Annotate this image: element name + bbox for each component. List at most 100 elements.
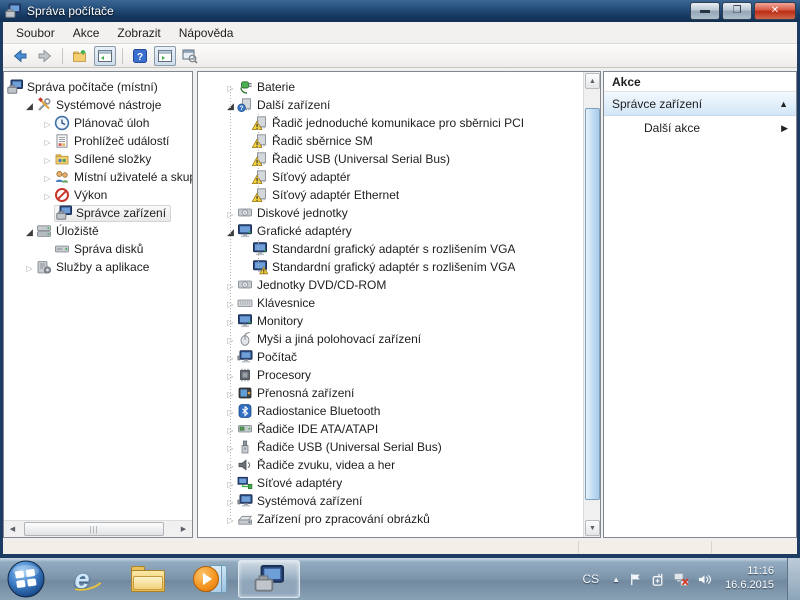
expand-icon[interactable] — [41, 153, 54, 165]
tree-item-local-users[interactable]: Místní uživatelé a skupiny — [4, 168, 192, 186]
language-indicator[interactable]: CS — [582, 572, 605, 586]
collapse-icon[interactable] — [224, 225, 237, 237]
menu-zobrazit[interactable]: Zobrazit — [108, 23, 169, 43]
device-item[interactable]: Řadič jednoduché komunikace pro sběrnici… — [198, 114, 600, 132]
action-center-flag-icon[interactable] — [627, 571, 643, 587]
device-category-system[interactable]: Systémová zařízení — [198, 492, 600, 510]
help-button[interactable] — [129, 46, 151, 66]
horizontal-scrollbar[interactable]: ◀ ||| ▶ — [4, 520, 192, 537]
expand-icon[interactable] — [224, 333, 237, 345]
up-one-level-button[interactable] — [69, 46, 91, 66]
tree-item-disk-management[interactable]: Správa disků — [4, 240, 192, 258]
vertical-scrollbar[interactable]: ▲ ▼ — [583, 72, 600, 537]
device-category-computer[interactable]: Počítač — [198, 348, 600, 366]
device-category-disk-drives[interactable]: Diskové jednotky — [198, 204, 600, 222]
collapse-icon[interactable] — [23, 225, 36, 237]
show-hide-console-tree-button[interactable] — [94, 46, 116, 66]
device-category-ide[interactable]: Řadiče IDE ATA/ATAPI — [198, 420, 600, 438]
expand-icon[interactable] — [23, 261, 36, 273]
menu-soubor[interactable]: Soubor — [7, 23, 64, 43]
device-category-dvd[interactable]: Jednotky DVD/CD-ROM — [198, 276, 600, 294]
taskbar-windows-explorer[interactable] — [126, 559, 170, 599]
tree-item-task-scheduler[interactable]: Plánovač úloh — [4, 114, 192, 132]
menu-akce[interactable]: Akce — [64, 23, 109, 43]
device-category-usb[interactable]: Řadiče USB (Universal Serial Bus) — [198, 438, 600, 456]
forward-button[interactable] — [34, 46, 56, 66]
device-category-sound[interactable]: Řadiče zvuku, videa a her — [198, 456, 600, 474]
tree-item-services-apps[interactable]: Služby a aplikace — [4, 258, 192, 276]
device-item[interactable]: Síťový adaptér — [198, 168, 600, 186]
device-category-keyboards[interactable]: Klávesnice — [198, 294, 600, 312]
taskbar-media-player[interactable] — [188, 559, 232, 599]
collapse-section-icon[interactable]: ▲ — [779, 99, 788, 109]
device-category-imaging[interactable]: Zařízení pro zpracování obrázků — [198, 510, 600, 528]
expand-icon[interactable] — [224, 369, 237, 381]
taskbar-internet-explorer[interactable]: e — [60, 559, 104, 599]
show-hide-action-pane-button[interactable] — [154, 46, 176, 66]
device-item[interactable]: Řadič sběrnice SM — [198, 132, 600, 150]
device-item[interactable]: Standardní grafický adaptér s rozlišením… — [198, 240, 600, 258]
expand-icon[interactable] — [224, 495, 237, 507]
device-category-network[interactable]: Síťové adaptéry — [198, 474, 600, 492]
expand-icon[interactable] — [41, 189, 54, 201]
back-button[interactable] — [9, 46, 31, 66]
expand-icon[interactable] — [224, 297, 237, 309]
collapse-icon[interactable] — [224, 99, 237, 111]
expand-icon[interactable] — [224, 207, 237, 219]
device-category-display-adapters[interactable]: Grafické adaptéry — [198, 222, 600, 240]
console-window-button[interactable] — [179, 46, 201, 66]
expand-icon[interactable] — [224, 405, 237, 417]
tree-item-system-tools[interactable]: Systémové nástroje — [4, 96, 192, 114]
expand-icon[interactable] — [224, 81, 237, 93]
device-item[interactable]: Síťový adaptér Ethernet — [198, 186, 600, 204]
menu-napoveda[interactable]: Nápověda — [170, 23, 243, 43]
device-category-batteries[interactable]: Baterie — [198, 78, 600, 96]
scroll-right-button[interactable]: ▶ — [176, 522, 191, 536]
taskbar-computer-management-active[interactable] — [238, 560, 300, 598]
device-category-monitors[interactable]: Monitory — [198, 312, 600, 330]
scroll-down-button[interactable]: ▼ — [585, 520, 600, 536]
device-category-bluetooth[interactable]: Radiostanice Bluetooth — [198, 402, 600, 420]
clock[interactable]: 11:16 16.6.2015 — [725, 565, 774, 593]
expand-icon[interactable] — [224, 423, 237, 435]
tree-item-device-manager[interactable]: Správce zařízení — [4, 204, 192, 222]
volume-icon[interactable] — [696, 571, 712, 587]
expand-icon[interactable] — [224, 441, 237, 453]
show-desktop-button[interactable] — [787, 558, 800, 600]
scroll-left-button[interactable]: ◀ — [5, 522, 20, 536]
expand-icon[interactable] — [224, 315, 237, 327]
expand-icon[interactable] — [41, 135, 54, 147]
scroll-up-button[interactable]: ▲ — [585, 73, 600, 89]
power-plug-icon[interactable] — [650, 571, 666, 587]
expand-icon[interactable] — [224, 513, 237, 525]
collapse-icon[interactable] — [23, 99, 36, 111]
start-button[interactable] — [6, 559, 46, 599]
actions-section-device-manager[interactable]: Správce zařízení ▲ — [604, 92, 796, 116]
scrollbar-thumb[interactable]: ||| — [24, 522, 164, 536]
tree-item-shared-folders[interactable]: Sdílené složky — [4, 150, 192, 168]
device-category-other-devices[interactable]: Další zařízení — [198, 96, 600, 114]
expand-icon[interactable] — [224, 351, 237, 363]
expand-icon[interactable] — [224, 279, 237, 291]
selected-item-highlight[interactable]: Správce zařízení — [54, 205, 171, 222]
scrollbar-thumb[interactable] — [585, 108, 600, 500]
tree-item-event-viewer[interactable]: Prohlížeč událostí — [4, 132, 192, 150]
expand-icon[interactable] — [224, 387, 237, 399]
hidden-icons-button[interactable]: ▲ — [612, 575, 620, 584]
close-button[interactable]: ✕ — [754, 2, 796, 20]
expand-icon[interactable] — [224, 477, 237, 489]
title-bar[interactable]: Správa počítače ▬ ❐ ✕ — [0, 0, 800, 22]
tree-item-computer-management[interactable]: Správa počítače (místní) — [4, 78, 192, 96]
expand-icon[interactable] — [224, 459, 237, 471]
tree-item-storage[interactable]: Úložiště — [4, 222, 192, 240]
network-disconnected-icon[interactable] — [673, 571, 689, 587]
device-category-processors[interactable]: Procesory — [198, 366, 600, 384]
device-item[interactable]: Řadič USB (Universal Serial Bus) — [198, 150, 600, 168]
expand-icon[interactable] — [41, 171, 54, 183]
expand-icon[interactable] — [41, 117, 54, 129]
tree-item-performance[interactable]: Výkon — [4, 186, 192, 204]
actions-item-more-actions[interactable]: Další akce ▶ — [604, 116, 796, 140]
restore-button[interactable]: ❐ — [722, 2, 752, 20]
device-item[interactable]: Standardní grafický adaptér s rozlišením… — [198, 258, 600, 276]
device-category-mice[interactable]: Myši a jiná polohovací zařízení — [198, 330, 600, 348]
